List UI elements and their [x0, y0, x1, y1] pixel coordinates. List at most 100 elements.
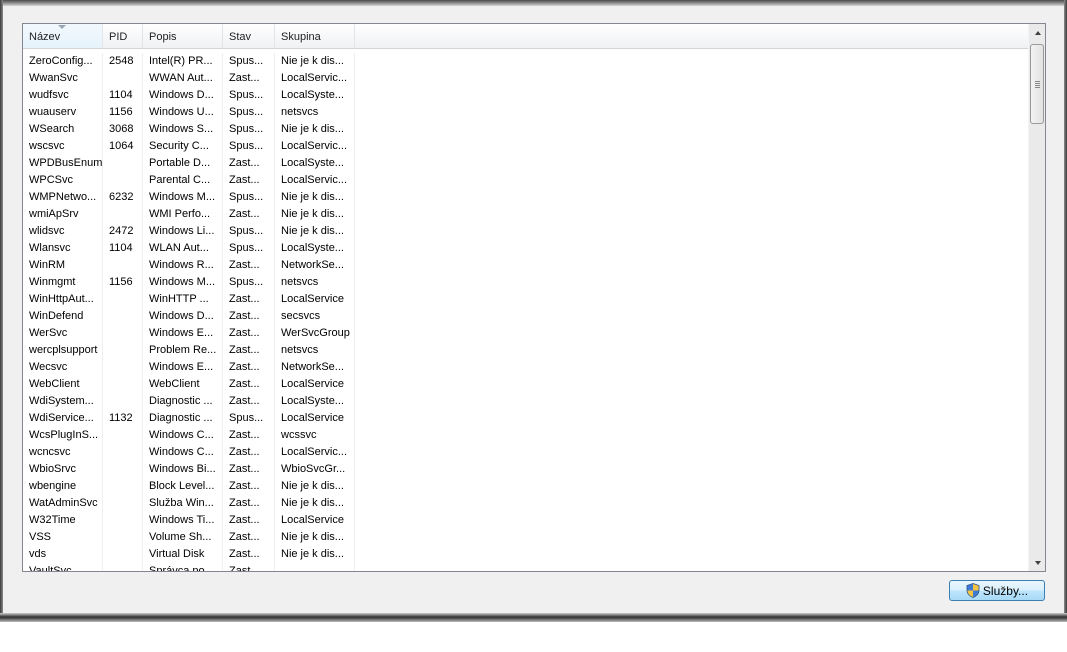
- cell-description: WinHTTP ...: [143, 291, 223, 308]
- cell-status: Zast...: [223, 546, 275, 563]
- cell-status: Zast...: [223, 206, 275, 223]
- cell-status: Zast...: [223, 563, 275, 571]
- table-row[interactable]: WatAdminSvc Služba Win... Zast... Nie je k …: [23, 495, 1028, 512]
- cell-description: WMI Perfo...: [143, 206, 223, 223]
- scroll-up-button[interactable]: [1029, 24, 1045, 41]
- cell-pid: [103, 393, 143, 410]
- table-row[interactable]: WMPNetwo... 6232 Windows M... Spus... Nie je…: [23, 189, 1028, 206]
- cell-filler: [355, 274, 1028, 291]
- table-row[interactable]: WbioSrvc Windows Bi... Zast... WbioSvcGr...: [23, 461, 1028, 478]
- cell-status: Zast...: [223, 308, 275, 325]
- column-header-name[interactable]: Název: [23, 24, 103, 48]
- cell-pid: [103, 512, 143, 529]
- table-row[interactable]: W32Time Windows Ti... Zast... LocalService: [23, 512, 1028, 529]
- table-row[interactable]: wudfsvc 1104 Windows D... Spus... LocalSyste…: [23, 87, 1028, 104]
- cell-filler: [355, 257, 1028, 274]
- table-row[interactable]: wuauserv 1156 Windows U... Spus... netsvcs: [23, 104, 1028, 121]
- cell-name: WbioSrvc: [23, 461, 103, 478]
- cell-filler: [355, 393, 1028, 410]
- cell-name: WebClient: [23, 376, 103, 393]
- cell-group: Nie je k dis...: [275, 223, 355, 240]
- cell-status: Spus...: [223, 189, 275, 206]
- table-row[interactable]: WdiSystem... Diagnostic ... Zast... LocalSy…: [23, 393, 1028, 410]
- table-row[interactable]: WebClient WebClient Zast... LocalService: [23, 376, 1028, 393]
- cell-group: LocalService: [275, 291, 355, 308]
- table-row[interactable]: WinDefend Windows D... Zast... secsvcs: [23, 308, 1028, 325]
- cell-group: LocalServic...: [275, 70, 355, 87]
- cell-filler: [355, 529, 1028, 546]
- cell-name: wudfsvc: [23, 87, 103, 104]
- cell-group: WerSvcGroup: [275, 325, 355, 342]
- list-header: Název PID Popis Stav Skupina: [23, 24, 1028, 49]
- table-row[interactable]: WinHttpAut... WinHTTP ... Zast... LocalServ…: [23, 291, 1028, 308]
- cell-description: Správca po...: [143, 563, 223, 571]
- cell-description: Windows D...: [143, 87, 223, 104]
- table-row[interactable]: WPDBusEnum Portable D... Zast... LocalSyste…: [23, 155, 1028, 172]
- table-row[interactable]: WwanSvc WWAN Aut... Zast... LocalServic...: [23, 70, 1028, 87]
- cell-name: WinDefend: [23, 308, 103, 325]
- cell-pid: 1064: [103, 138, 143, 155]
- cell-pid: [103, 155, 143, 172]
- cell-filler: [355, 478, 1028, 495]
- services-button[interactable]: Služby...: [949, 580, 1045, 601]
- cell-description: Block Level...: [143, 478, 223, 495]
- table-row[interactable]: WinRM Windows R... Zast... NetworkSe...: [23, 257, 1028, 274]
- cell-group: LocalSyste...: [275, 393, 355, 410]
- column-header-group[interactable]: Skupina: [275, 24, 355, 48]
- cell-filler: [355, 70, 1028, 87]
- table-row[interactable]: WcsPlugInS... Windows C... Zast... wcssvc: [23, 427, 1028, 444]
- cell-filler: [355, 308, 1028, 325]
- cell-group: netsvcs: [275, 104, 355, 121]
- grip-line: [1035, 87, 1040, 88]
- cell-name: WwanSvc: [23, 70, 103, 87]
- table-row[interactable]: VSS Volume Sh... Zast... Nie je k dis...: [23, 529, 1028, 546]
- table-row[interactable]: WSearch 3068 Windows S... Spus... Nie je k d…: [23, 121, 1028, 138]
- table-row[interactable]: wmiApSrv WMI Perfo... Zast... Nie je k dis.…: [23, 206, 1028, 223]
- table-row[interactable]: Wlansvc 1104 WLAN Aut... Spus... LocalSyste.…: [23, 240, 1028, 257]
- services-list[interactable]: Název PID Popis Stav Skupina ZeroConfig.…: [22, 23, 1046, 572]
- cell-status: Spus...: [223, 121, 275, 138]
- scroll-down-button[interactable]: [1029, 554, 1045, 571]
- cell-description: Diagnostic ...: [143, 410, 223, 427]
- cell-description: Služba Win...: [143, 495, 223, 512]
- cell-pid: [103, 291, 143, 308]
- cell-group: Nie je k dis...: [275, 546, 355, 563]
- column-header-description[interactable]: Popis: [143, 24, 223, 48]
- cell-description: Windows D...: [143, 308, 223, 325]
- cell-filler: [355, 53, 1028, 70]
- cell-group: LocalSyste...: [275, 240, 355, 257]
- table-row[interactable]: wlidsvc 2472 Windows Li... Spus... Nie je k …: [23, 223, 1028, 240]
- cell-description: Intel(R) PR...: [143, 53, 223, 70]
- table-row[interactable]: WPCSvc Parental C... Zast... LocalServic...: [23, 172, 1028, 189]
- table-row[interactable]: Wecsvc Windows E... Zast... NetworkSe...: [23, 359, 1028, 376]
- table-row[interactable]: vds Virtual Disk Zast... Nie je k dis...: [23, 546, 1028, 563]
- cell-name: ZeroConfig...: [23, 53, 103, 70]
- table-row[interactable]: Winmgmt 1156 Windows M... Spus... netsvcs: [23, 274, 1028, 291]
- table-row[interactable]: VaultSvc Správca po... Zast...: [23, 563, 1028, 571]
- table-row[interactable]: wbengine Block Level... Zast... Nie je k di…: [23, 478, 1028, 495]
- cell-status: Spus...: [223, 240, 275, 257]
- cell-filler: [355, 410, 1028, 427]
- arrow-down-icon: [1034, 560, 1041, 565]
- table-row[interactable]: wercplsupport Problem Re... Zast... netsvcs: [23, 342, 1028, 359]
- table-row[interactable]: wscsvc 1064 Security C... Spus... LocalServi…: [23, 138, 1028, 155]
- cell-description: WebClient: [143, 376, 223, 393]
- vertical-scrollbar[interactable]: [1028, 24, 1045, 571]
- cell-pid: [103, 461, 143, 478]
- column-header-status[interactable]: Stav: [223, 24, 275, 48]
- cell-pid: [103, 206, 143, 223]
- table-row[interactable]: WerSvc Windows E... Zast... WerSvcGroup: [23, 325, 1028, 342]
- table-row[interactable]: WdiService... 1132 Diagnostic ... Spus... Lo…: [23, 410, 1028, 427]
- table-row[interactable]: ZeroConfig... 2548 Intel(R) PR... Spus... Ni…: [23, 53, 1028, 70]
- cell-filler: [355, 546, 1028, 563]
- column-header-pid[interactable]: PID: [103, 24, 143, 48]
- cell-status: Spus...: [223, 53, 275, 70]
- cell-group: Nie je k dis...: [275, 478, 355, 495]
- cell-pid: 1156: [103, 274, 143, 291]
- table-row[interactable]: wcncsvc Windows C... Zast... LocalServic...: [23, 444, 1028, 461]
- scrollbar-thumb[interactable]: [1030, 44, 1044, 124]
- cell-status: Spus...: [223, 138, 275, 155]
- cell-filler: [355, 189, 1028, 206]
- cell-status: Zast...: [223, 444, 275, 461]
- cell-status: Spus...: [223, 410, 275, 427]
